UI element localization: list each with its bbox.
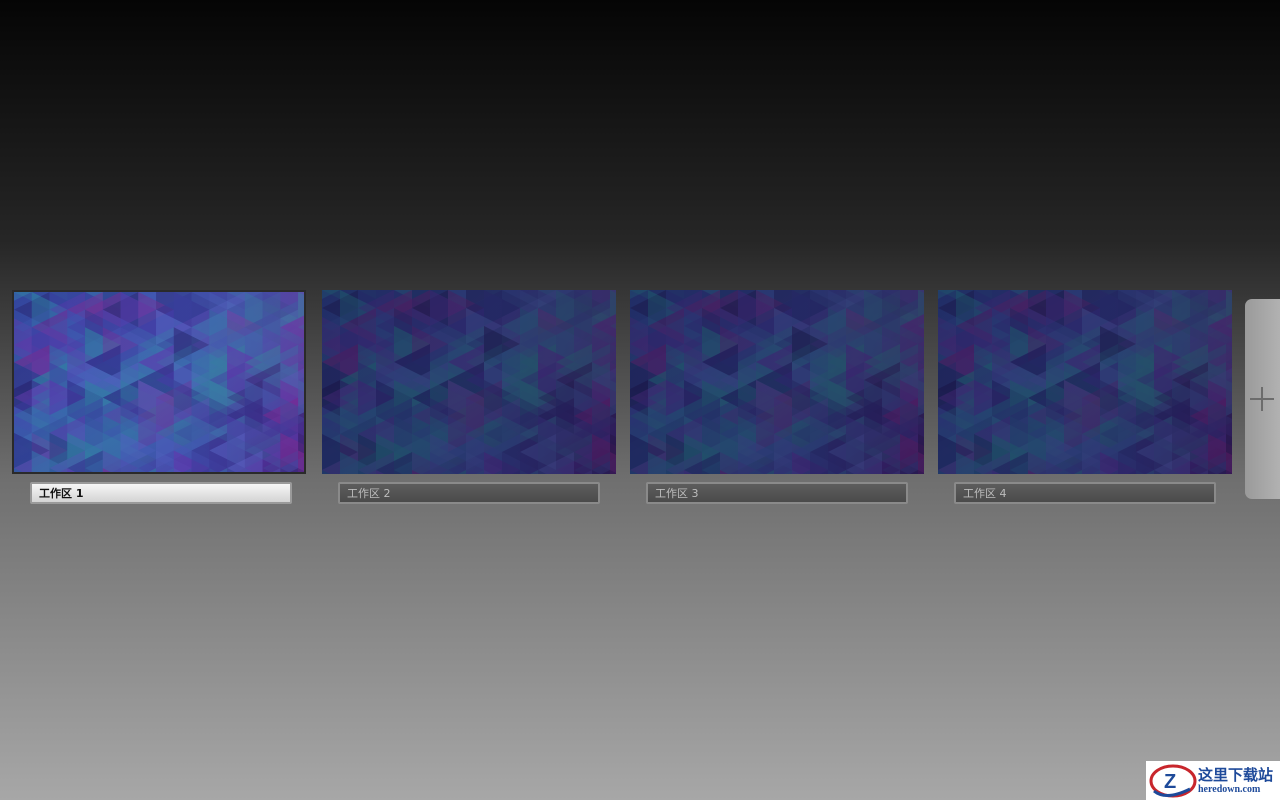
workspace-name-field[interactable]: 工作区 2 [338, 482, 600, 504]
workspace-name-field[interactable]: 工作区 4 [954, 482, 1216, 504]
z-logo-icon: Z [1149, 764, 1197, 798]
plus-icon [1250, 387, 1274, 411]
add-workspace-button[interactable] [1245, 299, 1280, 499]
workspace-thumbnail[interactable] [630, 290, 924, 474]
workspace-thumbnail[interactable] [12, 290, 306, 474]
workspace-thumbnail[interactable] [938, 290, 1232, 474]
workspace-thumbnail[interactable] [322, 290, 616, 474]
watermark-en-text: heredown.com [1198, 783, 1261, 795]
watermark-cn-text: 这里下载站 [1198, 765, 1274, 784]
workspace-name-field[interactable]: 工作区 1 [30, 482, 292, 504]
watermark: Z 这里下载站 heredown.com [1146, 761, 1280, 800]
svg-text:Z: Z [1164, 771, 1176, 793]
workspace-name-field[interactable]: 工作区 3 [646, 482, 908, 504]
